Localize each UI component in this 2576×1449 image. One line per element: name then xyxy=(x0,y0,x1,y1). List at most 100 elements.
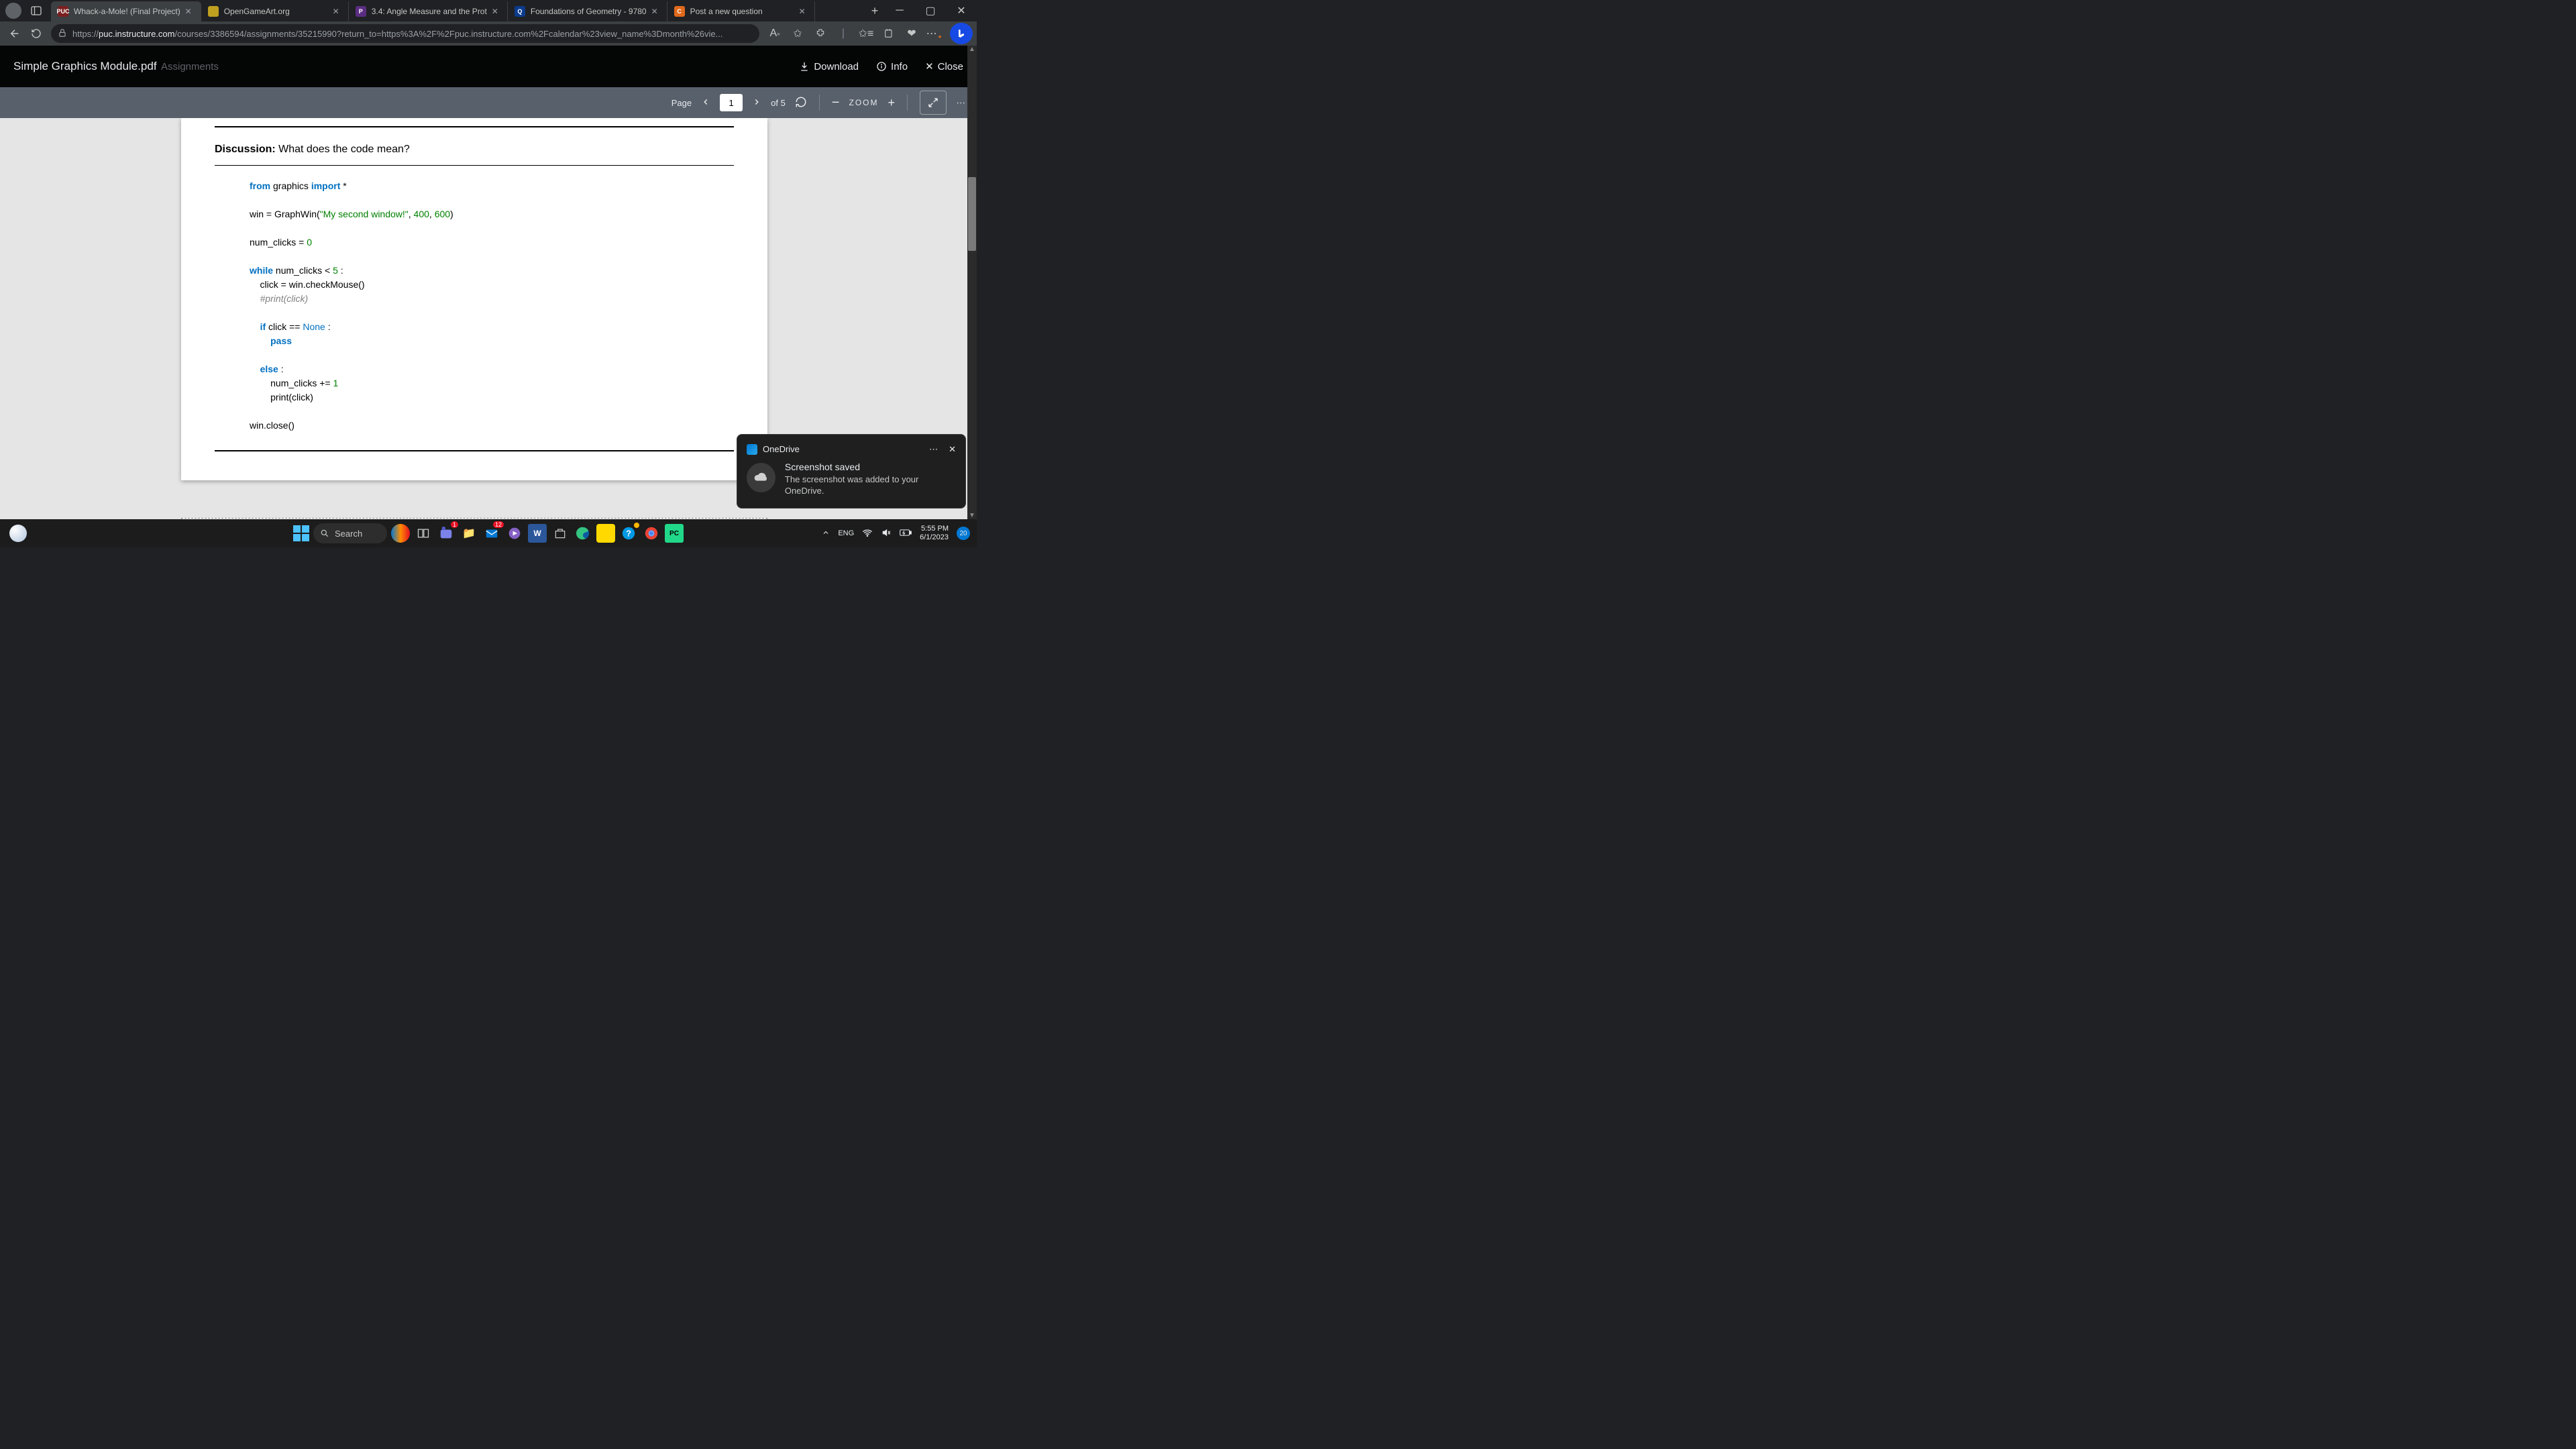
window-close-button[interactable]: ✕ xyxy=(946,0,977,21)
url-host: puc.instructure.com xyxy=(99,29,174,39)
tab-favicon: PUC xyxy=(58,6,68,17)
window-minimize-button[interactable]: ─ xyxy=(884,0,915,21)
tray-battery-icon[interactable] xyxy=(900,529,912,539)
pdf-title: Simple Graphics Module.pdf xyxy=(13,60,157,73)
tab-favicon: P xyxy=(356,6,366,17)
zoom-in-button[interactable]: + xyxy=(888,96,895,110)
tab-favicon: C xyxy=(674,6,685,17)
favorites-icon[interactable]: ✩≡ xyxy=(855,23,877,44)
weather-widget[interactable] xyxy=(9,525,27,542)
tab-close-icon[interactable]: ✕ xyxy=(797,7,808,16)
toast-more-icon[interactable]: ⋯ xyxy=(929,444,939,455)
taskbar-pycharm-icon[interactable]: PC xyxy=(665,524,684,543)
url-field[interactable]: https://puc.instructure.com/courses/3386… xyxy=(51,24,759,43)
zoom-out-button[interactable]: − xyxy=(832,95,840,111)
cloud-check-icon xyxy=(747,463,775,492)
browser-titlebar: PUCWhack-a-Mole! (Final Project)✕OpenGam… xyxy=(0,0,977,21)
read-aloud-icon[interactable]: A» xyxy=(763,23,786,44)
toast-close-icon[interactable]: ✕ xyxy=(949,444,956,455)
bing-chat-button[interactable] xyxy=(950,23,973,44)
taskbar-word-icon[interactable]: W xyxy=(528,524,547,543)
prev-page-button[interactable] xyxy=(701,97,710,109)
window-maximize-button[interactable]: ▢ xyxy=(915,0,946,21)
url-path: /courses/3386594/assignments/35215990?re… xyxy=(174,29,722,39)
tray-volume-icon[interactable] xyxy=(881,528,892,539)
tab-close-icon[interactable]: ✕ xyxy=(490,7,500,16)
favorite-star-icon[interactable]: ✩ xyxy=(786,23,809,44)
start-button[interactable] xyxy=(293,525,309,541)
discussion-heading: Discussion: What does the code mean? xyxy=(215,144,734,156)
tab-favicon xyxy=(208,6,219,17)
tray-wifi-icon[interactable] xyxy=(862,528,873,539)
tray-clock[interactable]: 5:55 PM 6/1/2023 xyxy=(920,525,949,542)
browser-tab[interactable]: C Post a new question✕ xyxy=(667,1,815,21)
page-label: Page xyxy=(672,98,692,108)
tab-close-icon[interactable]: ✕ xyxy=(649,7,660,16)
pdf-header-bar: Simple Graphics Module.pdf Assignments D… xyxy=(0,46,977,87)
tab-label: OpenGameArt.org xyxy=(224,7,328,16)
new-tab-button[interactable]: + xyxy=(865,4,884,18)
taskbar-taskview-icon[interactable] xyxy=(414,524,433,543)
tab-close-icon[interactable]: ✕ xyxy=(331,7,341,16)
onedrive-icon xyxy=(747,444,757,455)
taskbar-notes-icon[interactable] xyxy=(596,524,615,543)
url-prefix: https:// xyxy=(72,29,99,39)
close-icon: ✕ xyxy=(925,60,934,72)
scroll-up-arrow[interactable]: ▲ xyxy=(967,46,977,53)
profile-avatar[interactable] xyxy=(5,3,21,19)
rotate-button[interactable] xyxy=(795,96,807,110)
browser-tab[interactable]: QFoundations of Geometry - 9780✕ xyxy=(508,1,667,21)
vertical-scrollbar[interactable]: ▲ ▼ xyxy=(967,46,977,519)
taskbar-chrome-icon[interactable] xyxy=(642,524,661,543)
sidebar-toggle-icon[interactable] xyxy=(28,3,44,19)
scroll-down-arrow[interactable]: ▼ xyxy=(967,512,977,519)
tray-chevron-icon[interactable] xyxy=(822,529,830,539)
taskbar-help-icon[interactable]: ? xyxy=(619,524,638,543)
download-button[interactable]: Download xyxy=(799,61,859,72)
taskbar-store-icon[interactable] xyxy=(551,524,570,543)
tab-label: Foundations of Geometry - 9780 xyxy=(531,7,647,16)
taskbar-explorer-icon[interactable]: 📁 xyxy=(460,524,478,543)
collections-icon[interactable] xyxy=(877,23,900,44)
close-pdf-button[interactable]: ✕ Close xyxy=(925,60,963,72)
pdf-page-1: Discussion: What does the code mean? fro… xyxy=(181,118,767,480)
toolbar-more-icon[interactable]: ⋮ xyxy=(956,99,966,107)
toast-title: Screenshot saved xyxy=(785,462,956,472)
tab-label: Post a new question xyxy=(690,7,794,16)
extensions-icon[interactable] xyxy=(809,23,832,44)
toast-app-name: OneDrive xyxy=(763,444,800,454)
browser-tab[interactable]: PUC Whack-a-Mole! (Final Project)✕ xyxy=(51,1,201,21)
page-number-input[interactable] xyxy=(720,94,743,111)
more-icon[interactable]: ⋯● xyxy=(923,23,946,44)
pdf-toolbar: Page of 5 − ZOOM + ⋮ xyxy=(0,87,977,118)
tray-notification-badge[interactable]: 20 xyxy=(957,527,970,540)
browser-tab[interactable]: OpenGameArt.org✕ xyxy=(201,1,349,21)
refresh-button[interactable] xyxy=(25,23,47,44)
page-total: of 5 xyxy=(771,98,786,108)
background-breadcrumb: Assignments xyxy=(161,61,219,72)
taskbar-search[interactable]: Search xyxy=(313,523,387,543)
browser-tab[interactable]: P 3.4: Angle Measure and the Prot✕ xyxy=(349,1,508,21)
taskbar-widgets-icon[interactable] xyxy=(391,524,410,543)
tab-close-icon[interactable]: ✕ xyxy=(183,7,194,16)
onedrive-notification[interactable]: OneDrive ⋯ ✕ Screenshot saved The screen… xyxy=(737,434,966,508)
back-button[interactable] xyxy=(4,23,25,44)
windows-taskbar: Search 1 📁 12 W ? xyxy=(0,519,977,547)
code-block: from graphics import * win = GraphWin("M… xyxy=(250,179,734,433)
lock-icon xyxy=(58,28,67,40)
taskbar-edge-icon[interactable] xyxy=(574,524,592,543)
taskbar-clipchamp-icon[interactable] xyxy=(505,524,524,543)
info-button[interactable]: Info xyxy=(876,61,908,72)
tab-label: Whack-a-Mole! (Final Project) xyxy=(74,7,180,16)
tray-language[interactable]: ENG xyxy=(838,529,854,537)
taskbar-mail-icon[interactable]: 12 xyxy=(482,524,501,543)
performance-icon[interactable]: ❤ xyxy=(900,23,923,44)
fullscreen-button[interactable] xyxy=(920,91,947,115)
taskbar-teams-icon[interactable]: 1 xyxy=(437,524,455,543)
zoom-label: ZOOM xyxy=(849,98,878,107)
tab-strip: PUCWhack-a-Mole! (Final Project)✕OpenGam… xyxy=(51,0,865,21)
scrollbar-thumb[interactable] xyxy=(968,177,976,251)
tab-label: 3.4: Angle Measure and the Prot xyxy=(372,7,487,16)
toast-body: The screenshot was added to your OneDriv… xyxy=(785,474,956,497)
next-page-button[interactable] xyxy=(752,97,761,109)
